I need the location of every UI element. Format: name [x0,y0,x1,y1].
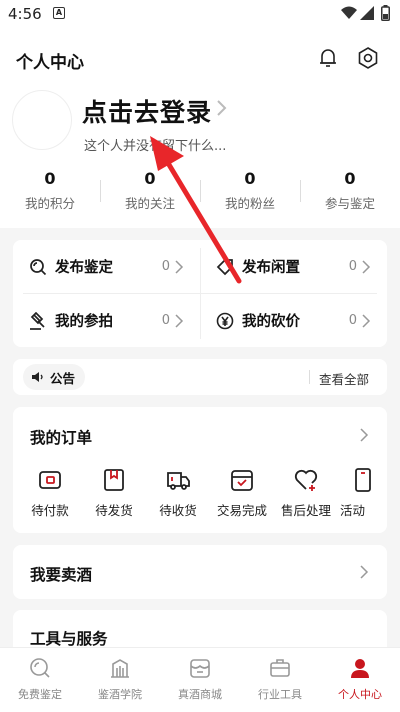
status-time: 4:56 [8,5,42,23]
nav-free-appraisal[interactable]: 免费鉴定 [0,656,80,702]
store-icon [190,659,210,678]
heart-plus-icon [294,469,318,491]
chevron-right-icon [175,313,184,328]
chevron-right-icon [362,313,371,328]
notice-pill: 公告 [23,364,86,390]
my-bargain-item[interactable]: 我的砍价 0 [200,294,387,347]
stat-label: 我的关注 [124,196,175,211]
nav-label: 真酒商城 [178,688,222,701]
person-icon [351,659,369,678]
order-pending-receipt[interactable]: 待收货 [148,467,208,519]
box-check-icon [231,470,253,491]
order-label: 交易完成 [216,503,267,518]
stat-label: 我的粉丝 [224,196,275,211]
battery-icon [381,5,390,21]
search-icon [30,658,50,678]
chevron-right-icon[interactable] [359,427,369,443]
orders-card: 我的订单 待付款 待发货 待收货 交易完成 售后处理 活动 [13,407,387,533]
nav-label: 免费鉴定 [18,688,62,701]
sell-title: 我要卖酒 [30,566,93,584]
quick-actions-card: 发布鉴定 0 发布闲置 0 我的参拍 0 我的砍价 0 [13,240,387,347]
stat-following[interactable]: 0 我的关注 [100,168,200,212]
order-pending-shipment[interactable]: 待发货 [84,467,144,519]
tools-title: 工具与服务 [30,630,108,648]
item-label: 发布闲置 [242,260,300,276]
item-label: 我的砍价 [242,314,300,330]
publish-appraisal-item[interactable]: 发布鉴定 0 [13,240,200,293]
stat-appraisals[interactable]: 0 参与鉴定 [300,168,400,212]
notice-card[interactable]: 公告 查看全部 [13,359,387,395]
item-label: 发布鉴定 [55,260,113,276]
notification-app-icon: A [53,7,65,19]
tag-icon [216,258,233,275]
item-label: 我的参拍 [55,314,113,330]
avatar[interactable] [12,90,72,150]
chevron-right-icon [362,259,371,274]
truck-icon [167,472,190,490]
sell-wine-card[interactable]: 我要卖酒 [13,545,387,599]
item-count: 0 [161,313,170,328]
nav-label: 个人中心 [338,688,382,701]
bell-icon[interactable] [316,46,340,70]
package-icon [104,469,124,491]
nav-label: 鉴酒学院 [98,688,142,701]
order-label: 待收货 [159,503,197,518]
building-icon [111,659,129,678]
item-count: 0 [348,259,357,274]
stat-value: 0 [44,169,56,188]
wifi-icon [341,6,357,19]
stats-row: 0 我的积分 0 我的关注 0 我的粉丝 0 参与鉴定 [0,168,400,216]
speaker-icon [32,372,43,382]
signal-icon [360,6,374,20]
item-count: 0 [161,259,170,274]
wallet-icon [39,471,61,489]
order-label: 售后处理 [280,503,331,518]
yen-icon [216,312,234,329]
stat-value: 0 [144,169,156,188]
login-title[interactable]: 点击去登录 [82,93,212,129]
phone-icon [355,468,371,492]
gavel-icon [30,311,45,330]
page-title: 个人中心 [16,53,84,73]
profile-subtitle: 这个人并没有留下什么... [84,139,227,154]
order-pending-payment[interactable]: 待付款 [20,467,80,519]
nav-academy[interactable]: 鉴酒学院 [80,656,160,702]
order-label: 待发货 [95,503,133,518]
nav-label: 行业工具 [258,688,302,701]
item-count: 0 [348,313,357,328]
chevron-right-icon[interactable] [214,98,228,118]
chevron-right-icon [360,565,369,579]
bottom-nav: 免费鉴定 鉴酒学院 真酒商城 行业工具 个人中心 [0,647,400,712]
stat-label: 参与鉴定 [324,196,375,211]
nav-tools[interactable]: 行业工具 [240,656,320,702]
nav-mall[interactable]: 真酒商城 [160,656,240,702]
publish-idle-item[interactable]: 发布闲置 0 [200,240,387,293]
notice-label: 公告 [50,370,76,386]
divider [309,370,310,384]
stat-value: 0 [344,169,356,188]
chevron-right-icon [175,259,184,274]
stat-label: 我的积分 [24,196,75,211]
order-label: 待付款 [31,503,69,518]
gear-icon[interactable] [356,46,380,70]
order-activity[interactable]: 活动 [340,467,380,519]
order-after-sales[interactable]: 售后处理 [276,467,336,519]
order-completed[interactable]: 交易完成 [212,467,272,519]
order-label: 活动 [340,503,366,518]
view-all-link[interactable]: 查看全部 [319,369,369,388]
stat-fans[interactable]: 0 我的粉丝 [200,168,300,212]
nav-profile[interactable]: 个人中心 [320,656,400,702]
orders-title[interactable]: 我的订单 [30,426,92,448]
stat-points[interactable]: 0 我的积分 [0,168,100,212]
stat-value: 0 [244,169,256,188]
search-icon [30,258,47,275]
briefcase-icon [270,659,290,677]
my-auctions-item[interactable]: 我的参拍 0 [13,294,200,347]
